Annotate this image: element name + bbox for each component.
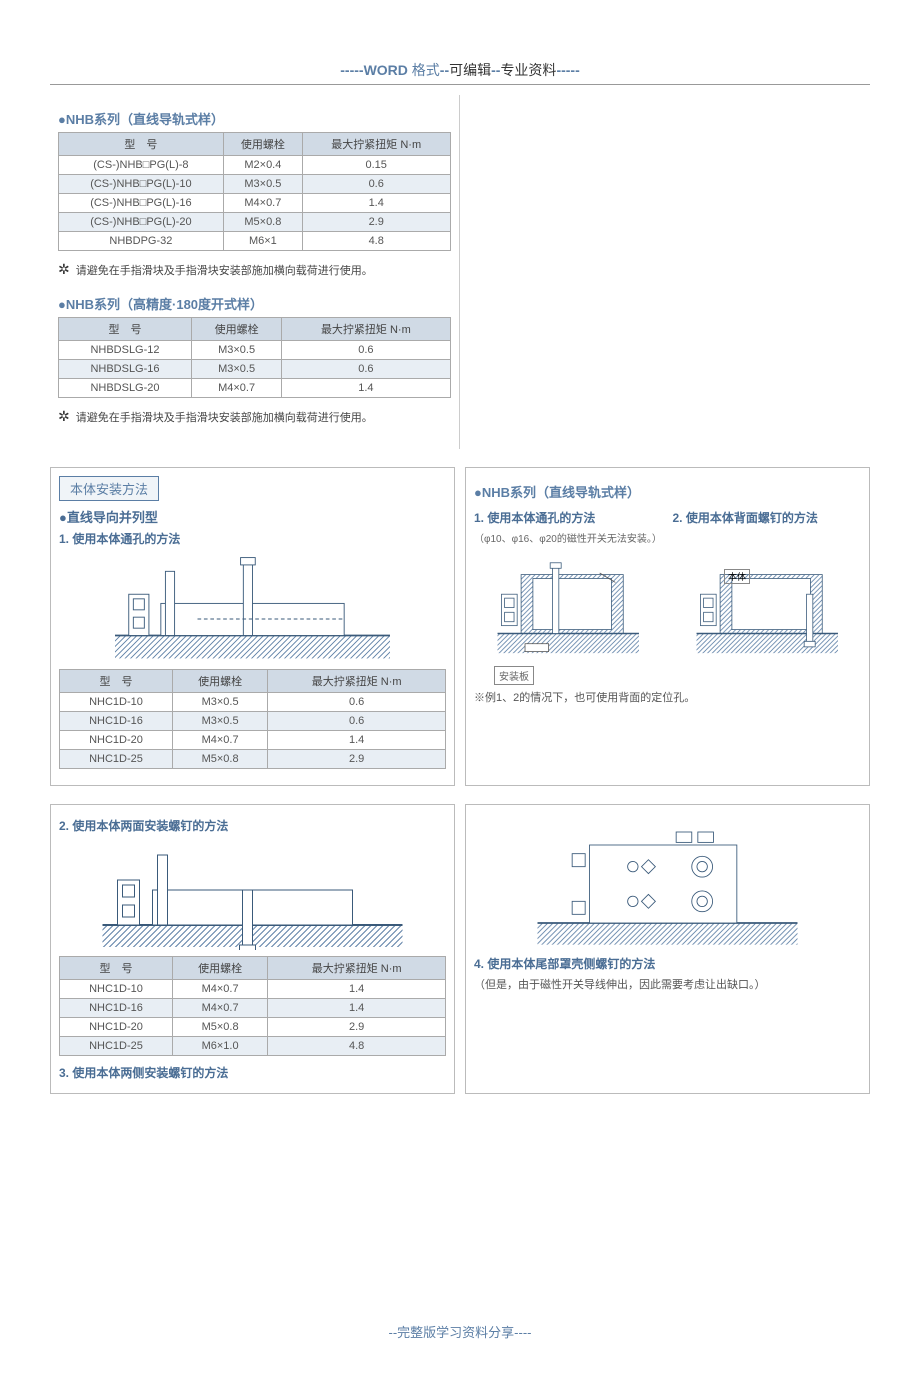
col-bolt: 使用螺栓 — [172, 670, 267, 693]
table-row: NHC1D-16M4×0.71.4 — [60, 999, 446, 1018]
col-model: 型 号 — [59, 133, 224, 156]
table-row: NHBDSLG-20M4×0.71.4 — [59, 379, 451, 398]
nhb-linear-table: 型 号 使用螺栓 最大拧紧扭矩 N·m (CS-)NHB□PG(L)-8M2×0… — [58, 132, 451, 251]
table-row: NHBDSLG-16M3×0.50.6 — [59, 360, 451, 379]
editable-label: 可编辑 — [449, 62, 491, 78]
nhb-right-method1: 1. 使用本体通孔的方法 — [474, 509, 663, 526]
linear-parallel-title: ●直线导向并列型 — [59, 507, 446, 526]
table-row: NHC1D-20M4×0.71.4 — [60, 731, 446, 750]
table-row: NHC1D-25M5×0.82.9 — [60, 750, 446, 769]
page-header: -----WORD 格式--可编辑--专业资料----- — [50, 60, 870, 85]
table-row: (CS-)NHB□PG(L)-16M4×0.71.4 — [59, 194, 451, 213]
nhb-right-smallnote: （φ10、φ16、φ20的磁性开关无法安装。） — [474, 530, 663, 545]
method1-title: 1. 使用本体通孔的方法 — [59, 530, 446, 547]
col-torque: 最大拧紧扭矩 N·m — [268, 957, 446, 980]
install-box-title: 本体安装方法 — [59, 476, 159, 501]
table-row: NHC1D-20M5×0.82.9 — [60, 1018, 446, 1037]
table-row: NHC1D-10M3×0.50.6 — [60, 693, 446, 712]
gear-icon: ✲ — [58, 261, 70, 278]
table-row: (CS-)NHB□PG(L)-10M3×0.50.6 — [59, 175, 451, 194]
table-row: NHBDPG-32M6×14.8 — [59, 232, 451, 251]
sep1: -- — [440, 62, 449, 78]
diagram-right3 — [474, 819, 861, 949]
nhb-high-title: ●NHB系列（高精度·180度开式样） — [58, 294, 451, 313]
diagram-right1: 安装板 — [474, 551, 663, 661]
word-label: WORD — [364, 62, 408, 78]
col-torque: 最大拧紧扭矩 N·m — [282, 318, 450, 341]
body-label: 本体 — [724, 569, 750, 584]
nhb-right-title: ●NHB系列（直线导轨式样） — [474, 482, 861, 501]
nhb-linear-note: ✲ 请避免在手指滑块及手指滑块安装部施加横向载荷进行使用。 — [58, 261, 451, 278]
table-row: NHC1D-10M4×0.71.4 — [60, 980, 446, 999]
format-label: 格式 — [408, 62, 440, 78]
nhb-linear-title: ●NHB系列（直线导轨式样） — [58, 109, 451, 128]
diagram-right2 — [673, 551, 862, 661]
method2-table: 型 号 使用螺栓 最大拧紧扭矩 N·m NHC1D-10M4×0.71.4 NH… — [59, 956, 446, 1056]
col-torque: 最大拧紧扭矩 N·m — [268, 670, 446, 693]
linear-parallel-table: 型 号 使用螺栓 最大拧紧扭矩 N·m NHC1D-10M3×0.50.6 NH… — [59, 669, 446, 769]
table-row: (CS-)NHB□PG(L)-20M5×0.82.9 — [59, 213, 451, 232]
dash-prefix: ----- — [340, 62, 363, 78]
col-model: 型 号 — [60, 957, 173, 980]
example-note: ※例1、2的情况下，也可使用背面的定位孔。 — [474, 689, 861, 705]
col-model: 型 号 — [60, 670, 173, 693]
table-row: NHC1D-25M6×1.04.8 — [60, 1037, 446, 1056]
method2-title: 2. 使用本体两面安装螺钉的方法 — [59, 817, 446, 834]
nhb-high-note: ✲ 请避免在手指滑块及手指滑块安装部施加横向载荷进行使用。 — [58, 408, 451, 425]
method3-title: 3. 使用本体两侧安装螺钉的方法 — [59, 1064, 446, 1081]
nhb-high-table: 型 号 使用螺栓 最大拧紧扭矩 N·m NHBDSLG-12M3×0.50.6 … — [58, 317, 451, 398]
professional-label: 专业资料 — [500, 62, 556, 78]
col-bolt: 使用螺栓 — [172, 957, 267, 980]
table-row: (CS-)NHB□PG(L)-8M2×0.40.15 — [59, 156, 451, 175]
diagram-method1 — [59, 553, 446, 663]
nhb-right-method2: 2. 使用本体背面螺钉的方法 — [673, 509, 862, 526]
plate-label: 安装板 — [494, 666, 534, 685]
col-torque: 最大拧紧扭矩 N·m — [302, 133, 450, 156]
col-bolt: 使用螺栓 — [223, 133, 302, 156]
dash-suffix: ----- — [556, 62, 579, 78]
diagram-method2 — [59, 840, 446, 950]
method4-title: 4. 使用本体尾部罩壳侧螺钉的方法 — [474, 955, 861, 972]
gear-icon: ✲ — [58, 408, 70, 425]
table-row: NHBDSLG-12M3×0.50.6 — [59, 341, 451, 360]
table-row: NHC1D-16M3×0.50.6 — [60, 712, 446, 731]
col-model: 型 号 — [59, 318, 192, 341]
method4-note: （但是，由于磁性开关导线伸出，因此需要考虑让出缺口。） — [474, 976, 861, 992]
page-footer: --完整版学习资料分享---- — [50, 1322, 870, 1341]
col-bolt: 使用螺栓 — [191, 318, 281, 341]
